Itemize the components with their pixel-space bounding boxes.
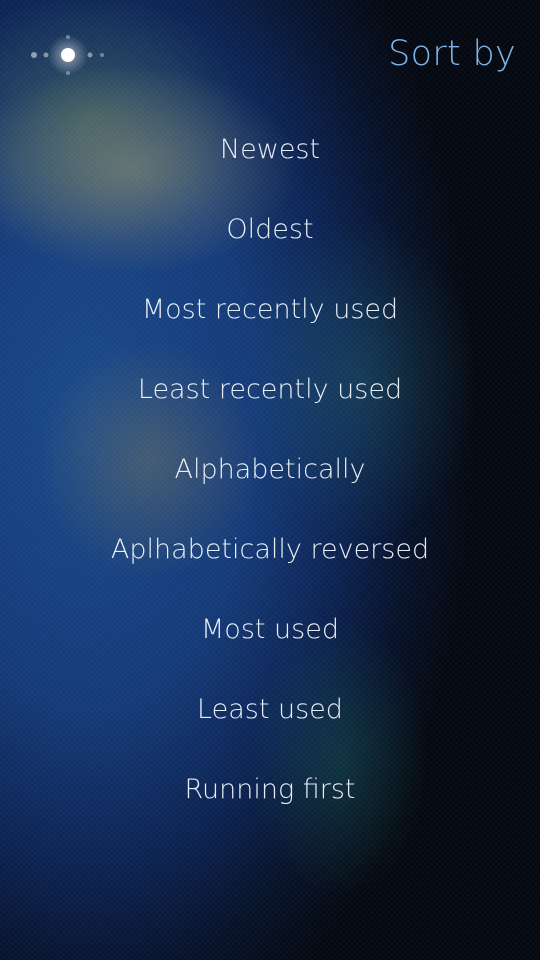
sort-option-least-recently-used[interactable]: Least recently used	[0, 350, 540, 430]
sort-option-running-first[interactable]: Running first	[0, 750, 540, 830]
sort-option-alphabetically-reversed[interactable]: Aplhabetically reversed	[0, 510, 540, 590]
sort-option-least-used[interactable]: Least used	[0, 670, 540, 750]
sort-options-list: Newest Oldest Most recently used Least r…	[0, 110, 540, 830]
page-title: Sort by	[388, 34, 516, 74]
sort-option-most-used[interactable]: Most used	[0, 590, 540, 670]
sort-dialog-page: Sort by Newest Oldest Most recently used…	[0, 0, 540, 960]
sparkle-busy-icon	[22, 33, 112, 77]
sort-option-newest[interactable]: Newest	[0, 110, 540, 190]
sort-option-alphabetically[interactable]: Alphabetically	[0, 430, 540, 510]
sort-option-most-recently-used[interactable]: Most recently used	[0, 270, 540, 350]
sort-option-oldest[interactable]: Oldest	[0, 190, 540, 270]
